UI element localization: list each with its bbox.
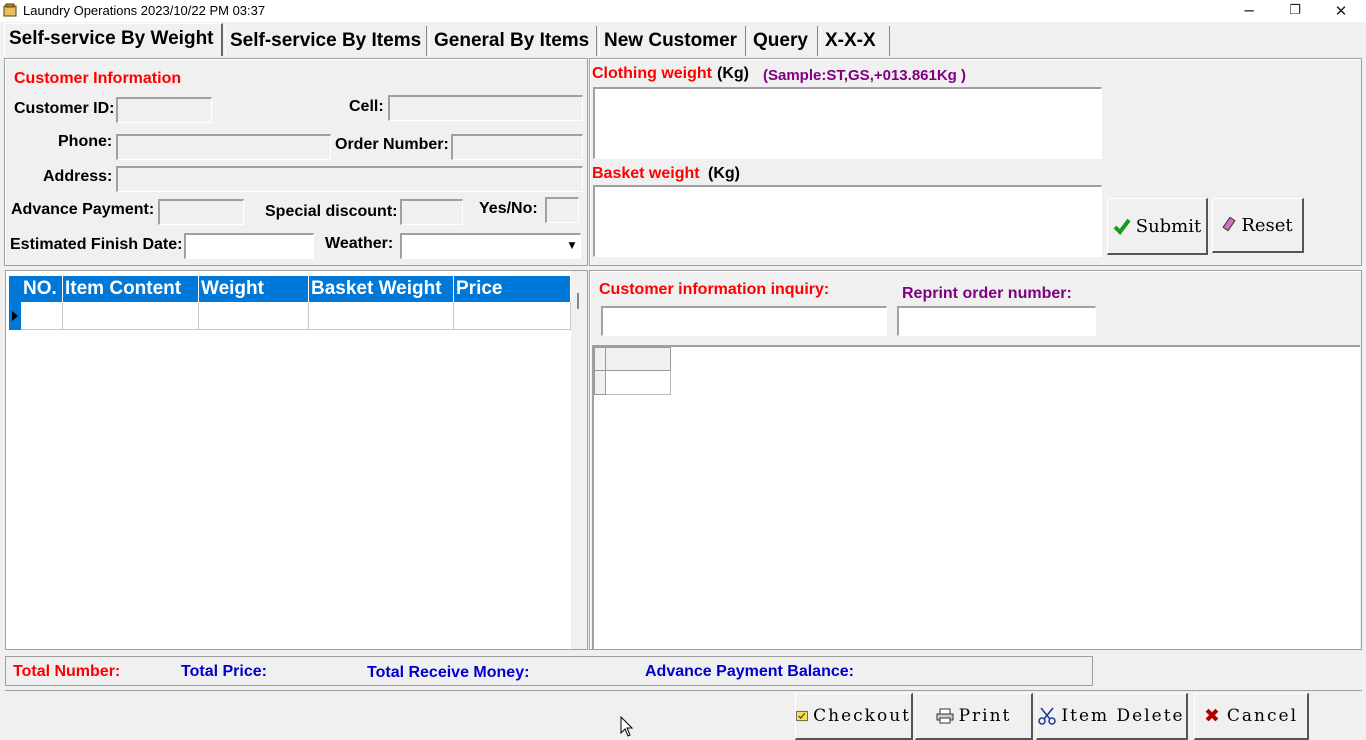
window-title: Laundry Operations 2023/10/22 PM 03:37 [23, 3, 266, 18]
weather-select[interactable]: ▼ [400, 233, 581, 259]
submit-label: Submit [1135, 215, 1202, 237]
cancel-label: Cancel [1226, 706, 1299, 726]
table-cell[interactable] [21, 302, 63, 330]
scrollbar-thumb[interactable] [577, 293, 579, 309]
column-header-item-content[interactable]: Item Content [63, 276, 199, 302]
tab-strip: Self-service By Weight Self-service By I… [0, 22, 1366, 58]
cancel-button[interactable]: ✖ Cancel [1194, 693, 1309, 740]
order-number-label: Order Number: [335, 136, 449, 153]
clothing-weight-unit: (Kg) [717, 65, 749, 82]
column-header-weight[interactable]: Weight [199, 276, 309, 302]
total-price-label: Total Price: [181, 663, 267, 680]
eraser-icon [1222, 217, 1236, 232]
address-field[interactable] [116, 166, 583, 192]
totals-bar: Total Number: Total Price: Total Receive… [5, 656, 1093, 686]
submit-button[interactable]: Submit [1107, 198, 1208, 255]
checklist-icon [796, 710, 808, 722]
customer-info-heading: Customer Information [14, 70, 182, 87]
customer-info-panel: Customer Information Customer ID: Cell: … [4, 58, 588, 266]
checkout-label: Checkout [813, 706, 911, 726]
estimated-finish-date-field[interactable] [184, 233, 314, 259]
tab-self-service-by-items[interactable]: Self-service By Items [225, 26, 427, 56]
customer-inquiry-input[interactable] [601, 306, 887, 336]
item-delete-button[interactable]: Item Delete [1036, 693, 1188, 740]
reset-button[interactable]: Reset [1212, 198, 1304, 253]
phone-label: Phone: [58, 133, 113, 150]
app-icon [3, 3, 17, 17]
reprint-order-label: Reprint order number: [902, 285, 1072, 302]
order-number-field[interactable] [451, 134, 583, 160]
title-bar: Laundry Operations 2023/10/22 PM 03:37 ─… [0, 0, 1366, 22]
row-selector-icon[interactable] [9, 302, 21, 330]
customer-inquiry-label: Customer information inquiry: [599, 281, 830, 298]
close-button[interactable]: ✕ [1318, 0, 1364, 22]
yes-no-field[interactable] [545, 197, 579, 223]
checkout-button[interactable]: Checkout [795, 693, 913, 740]
check-icon [1113, 218, 1131, 235]
inquiry-results-grid [592, 345, 1360, 649]
items-grid: NO. Item Content Weight Basket Weight Pr… [5, 270, 588, 650]
mouse-cursor-icon [620, 716, 634, 737]
weight-panel: Clothing weight (Kg) (Sample:ST,GS,+013.… [589, 58, 1362, 266]
basket-weight-label: Basket weight [592, 165, 700, 182]
clothing-weight-input[interactable] [593, 87, 1102, 159]
inquiry-panel: Customer information inquiry: Reprint or… [589, 270, 1362, 650]
special-discount-label: Special discount: [265, 203, 398, 220]
table-cell[interactable] [199, 302, 309, 330]
print-label: Print [958, 706, 1012, 726]
phone-field[interactable] [116, 134, 331, 160]
table-cell[interactable] [454, 302, 571, 330]
tab-query[interactable]: Query [748, 26, 818, 56]
tab-self-service-by-weight[interactable]: Self-service By Weight [4, 23, 223, 56]
print-button[interactable]: Print [915, 693, 1033, 740]
basket-weight-unit: (Kg) [708, 165, 740, 182]
reset-label: Reset [1241, 214, 1293, 236]
x-icon: ✖ [1203, 705, 1222, 727]
weather-label: Weather: [325, 235, 394, 252]
vertical-scrollbar[interactable] [571, 271, 587, 649]
column-header-basket-weight[interactable]: Basket Weight [309, 276, 454, 302]
customer-id-field[interactable] [116, 97, 212, 123]
minimize-button[interactable]: ─ [1226, 0, 1272, 22]
advance-payment-label: Advance Payment: [11, 201, 155, 218]
weight-sample-hint: (Sample:ST,GS,+013.861Kg ) [763, 67, 966, 84]
table-cell[interactable] [309, 302, 454, 330]
printer-icon [936, 708, 954, 724]
customer-id-label: Customer ID: [14, 100, 115, 117]
grid-corner [9, 276, 21, 302]
reprint-order-input[interactable] [897, 306, 1096, 336]
cell-field[interactable] [388, 95, 583, 121]
row-header[interactable] [594, 371, 606, 395]
tab-new-customer[interactable]: New Customer [599, 26, 746, 56]
address-label: Address: [43, 168, 113, 185]
table-cell[interactable] [606, 371, 671, 395]
cell-label: Cell: [349, 98, 384, 115]
scissors-icon [1038, 707, 1057, 725]
column-header-price[interactable]: Price [454, 276, 571, 302]
estimated-finish-label: Estimated Finish Date: [10, 236, 183, 253]
column-header[interactable] [606, 347, 671, 371]
grid-corner [594, 347, 606, 371]
tab-general-by-items[interactable]: General By Items [429, 26, 597, 56]
maximize-button[interactable]: ❐ [1272, 0, 1318, 22]
advance-payment-field[interactable] [158, 199, 244, 225]
tab-x-x-x[interactable]: X-X-X [820, 26, 890, 56]
special-discount-field[interactable] [400, 199, 463, 225]
total-receive-money-label: Total Receive Money: [367, 664, 530, 681]
basket-weight-input[interactable] [593, 185, 1102, 257]
total-number-label: Total Number: [13, 663, 121, 680]
item-delete-label: Item Delete [1061, 706, 1185, 726]
advance-payment-balance-label: Advance Payment Balance: [645, 663, 854, 680]
yes-no-label: Yes/No: [479, 200, 538, 217]
table-cell[interactable] [63, 302, 199, 330]
column-header-no[interactable]: NO. [21, 276, 63, 302]
dropdown-arrow-icon[interactable]: ▼ [564, 235, 580, 257]
clothing-weight-label: Clothing weight [592, 65, 712, 82]
